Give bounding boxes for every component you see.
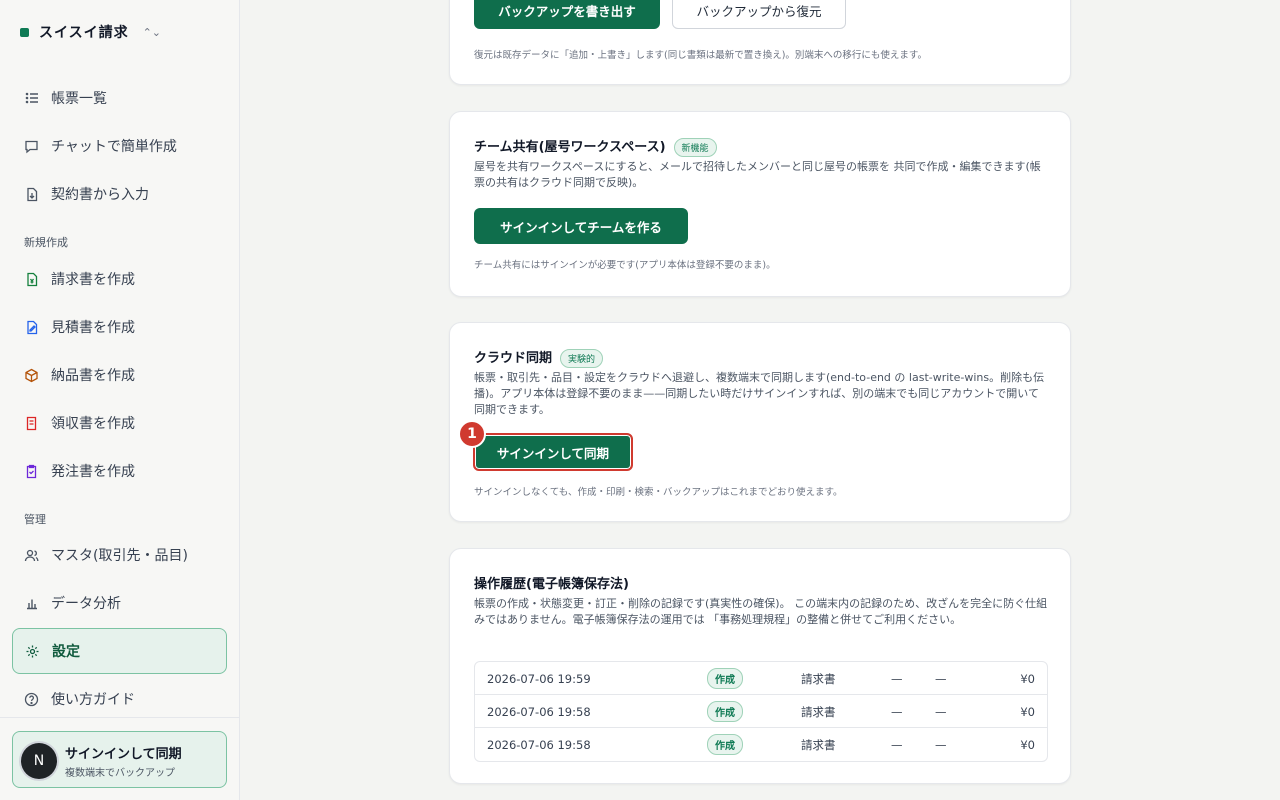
history-op-cell: 作成 — [707, 728, 743, 761]
history-doc-type: 請求書 — [801, 704, 836, 719]
cloud-sync-note: サインインしなくても、作成・印刷・検索・バックアップはこれまでどおり使えます。 — [474, 487, 843, 498]
history-field-1: — — [891, 737, 903, 752]
history-field-2: — — [935, 671, 947, 686]
sidebar-item-contract-import[interactable]: 契約書から入力 — [12, 172, 227, 216]
sidebar-item-analytics[interactable]: データ分析 — [12, 581, 227, 625]
sidebar-item-create-order[interactable]: 発注書を作成 — [12, 449, 227, 493]
history-field-1: — — [891, 704, 903, 719]
section-label-admin: 管理 — [24, 513, 46, 526]
chart-icon — [24, 596, 39, 611]
sidebar-item-label: 請求書を作成 — [51, 272, 135, 288]
backup-card: バックアップを書き出す バックアップから復元 復元は既存データに「追加・上書き」… — [449, 0, 1071, 85]
user-card-title: サインインして同期 — [65, 747, 182, 762]
list-icon — [24, 91, 39, 106]
sidebar-item-label: 納品書を作成 — [51, 368, 135, 384]
backup-note: 復元は既存データに「追加・上書き」します(同じ書類は最新で置き換え)。別端末への… — [474, 50, 927, 61]
sidebar-item-label: 帳票一覧 — [51, 91, 107, 107]
chat-icon — [24, 139, 39, 154]
team-share-title-text: チーム共有(屋号ワークスペース) — [474, 140, 666, 155]
team-share-description: 屋号を共有ワークスペースにすると、メールで招待したメンバーと同じ屋号の帳票を 共… — [474, 160, 1041, 189]
operation-badge: 作成 — [707, 734, 743, 755]
user-card-subtitle: 複数端末でバックアップ — [65, 768, 175, 779]
sign-in-sync-card[interactable]: N サインインして同期 複数端末でバックアップ — [12, 731, 227, 788]
quote-icon — [24, 320, 39, 335]
sidebar-item-chat[interactable]: チャットで簡単作成 — [12, 124, 227, 168]
history-doc-type: 請求書 — [801, 737, 836, 752]
receipt-icon — [24, 416, 39, 431]
create-team-button[interactable]: サインインしてチームを作る — [474, 208, 688, 244]
history-date: 2026-07-06 19:58 — [487, 737, 591, 752]
history-amount: ¥0 — [1020, 671, 1035, 686]
experimental-badge: 実験的 — [560, 349, 604, 368]
sidebar-item-label: マスタ(取引先・品目) — [51, 548, 188, 564]
chevron-updown-icon: ⌃⌄ — [142, 25, 162, 39]
users-icon — [24, 548, 39, 563]
team-share-card: チーム共有(屋号ワークスペース) 新機能 屋号を共有ワークスペースにすると、メール… — [449, 111, 1071, 297]
operation-badge: 作成 — [707, 668, 743, 689]
sidebar-item-label: データ分析 — [51, 596, 121, 612]
sidebar-item-label: チャットで簡単作成 — [51, 139, 177, 155]
sidebar-item-label: 領収書を作成 — [51, 416, 135, 432]
table-row: 2026-07-06 19:59 作成 請求書 — — ¥0 — [475, 662, 1047, 695]
cloud-sync-description: 帳票・取引先・品目・設定をクラウドへ退避し、複数端末で同期します(end-to-… — [474, 371, 1045, 416]
history-op-cell: 作成 — [707, 695, 743, 728]
cloud-sync-card: クラウド同期 実験的 帳票・取引先・品目・設定をクラウドへ退避し、複数端末で同期し… — [449, 322, 1071, 522]
export-backup-button[interactable]: バックアップを書き出す — [474, 0, 660, 29]
history-amount: ¥0 — [1020, 704, 1035, 719]
sidebar-item-guide[interactable]: 使い方ガイド — [12, 677, 227, 721]
team-share-title: チーム共有(屋号ワークスペース) 新機能 — [474, 136, 717, 157]
sidebar-item-documents[interactable]: 帳票一覧 — [12, 76, 227, 120]
sidebar-item-label: 発注書を作成 — [51, 464, 135, 480]
package-icon — [24, 368, 39, 383]
history-date: 2026-07-06 19:58 — [487, 704, 591, 719]
history-description: 帳票の作成・状態変更・訂正・削除の記録です(真実性の確保)。 この端末内の記録の… — [474, 597, 1048, 626]
sidebar-item-create-invoice[interactable]: 請求書を作成 — [12, 257, 227, 301]
help-icon — [24, 692, 39, 707]
table-row: 2026-07-06 19:58 作成 請求書 — — ¥0 — [475, 695, 1047, 728]
document-import-icon — [24, 187, 39, 202]
team-share-note: チーム共有にはサインインが必要です(アプリ本体は登録不要のまま)。 — [474, 260, 776, 271]
sign-in-sync-button[interactable]: サインインして同期 — [473, 433, 633, 471]
sidebar-item-label: 契約書から入力 — [51, 187, 149, 203]
new-feature-badge: 新機能 — [673, 138, 717, 157]
gear-icon — [25, 644, 40, 659]
sidebar-divider — [0, 717, 239, 718]
sidebar: スイスイ請求 ⌃⌄ 帳票一覧 チャットで簡単作成 契約書から入力 新規作成 請求… — [0, 0, 240, 800]
clipboard-icon — [24, 464, 39, 479]
history-title: 操作履歴(電子帳簿保存法) — [474, 577, 629, 592]
history-date: 2026-07-06 19:59 — [487, 671, 591, 686]
invoice-icon — [24, 272, 39, 287]
sidebar-item-label: 見積書を作成 — [51, 320, 135, 336]
section-label-new: 新規作成 — [24, 236, 68, 249]
history-table: 2026-07-06 19:59 作成 請求書 — — ¥0 2026-07-0… — [474, 661, 1048, 762]
cloud-sync-title: クラウド同期 実験的 — [474, 347, 604, 368]
sidebar-item-label: 使い方ガイド — [51, 692, 135, 708]
sidebar-item-settings[interactable]: 設定 — [12, 628, 227, 674]
history-field-2: — — [935, 737, 947, 752]
sidebar-item-create-receipt[interactable]: 領収書を作成 — [12, 401, 227, 445]
operation-history-card: 操作履歴(電子帳簿保存法) 帳票の作成・状態変更・訂正・削除の記録です(真実性の… — [449, 548, 1071, 784]
app-name: スイスイ請求 — [39, 25, 129, 41]
sidebar-item-master[interactable]: マスタ(取引先・品目) — [12, 533, 227, 577]
history-amount: ¥0 — [1020, 737, 1035, 752]
sidebar-item-label: 設定 — [52, 644, 80, 660]
workspace-switcher[interactable]: スイスイ請求 ⌃⌄ — [20, 22, 161, 42]
sidebar-item-create-quote[interactable]: 見積書を作成 — [12, 305, 227, 349]
sidebar-item-create-delivery[interactable]: 納品書を作成 — [12, 353, 227, 397]
avatar: N — [21, 743, 57, 779]
table-row: 2026-07-06 19:58 作成 請求書 — — ¥0 — [475, 728, 1047, 761]
brand-logo-icon — [20, 27, 29, 37]
cloud-sync-title-text: クラウド同期 — [474, 351, 553, 366]
history-op-cell: 作成 — [707, 662, 743, 695]
history-field-1: — — [891, 671, 903, 686]
history-doc-type: 請求書 — [801, 671, 836, 686]
history-field-2: — — [935, 704, 947, 719]
step-marker: 1 — [458, 420, 486, 448]
restore-backup-button[interactable]: バックアップから復元 — [672, 0, 846, 29]
operation-badge: 作成 — [707, 701, 743, 722]
